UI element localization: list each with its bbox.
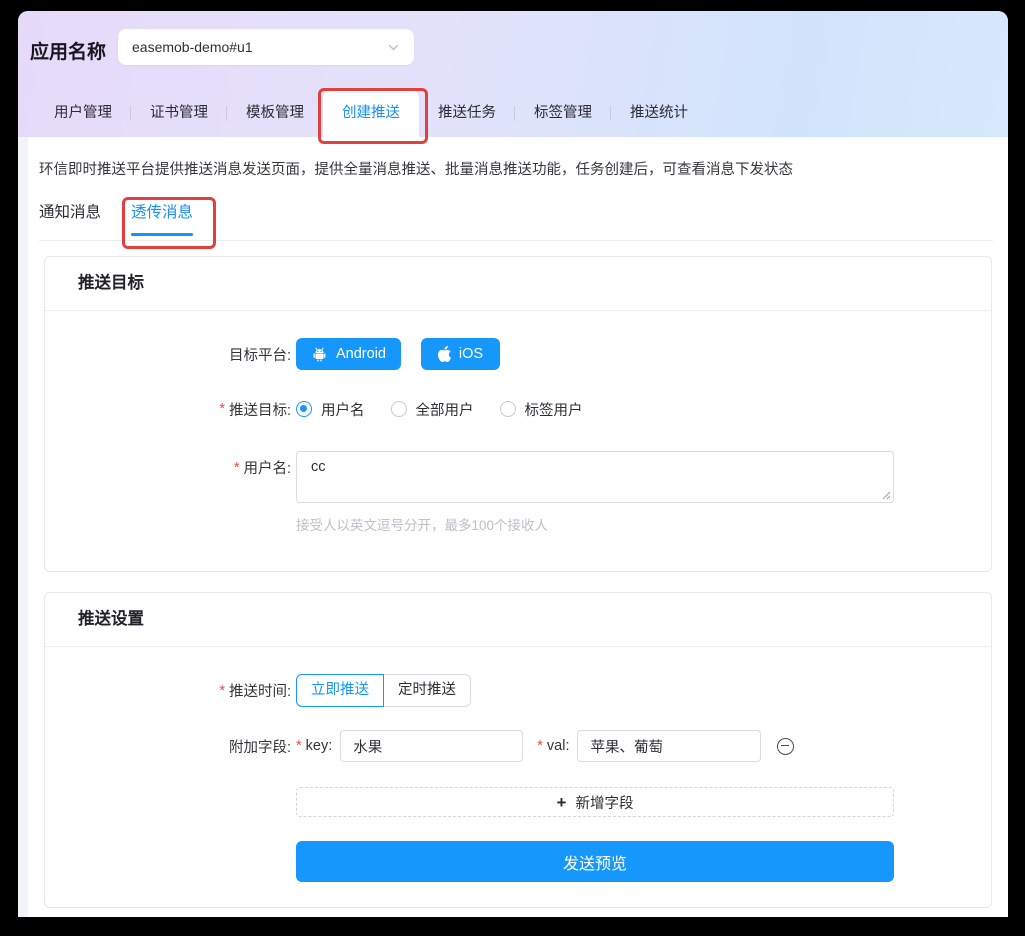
scheduled-push-button[interactable]: 定时推送	[384, 674, 471, 707]
radio-option-all-users[interactable]: 全部用户	[391, 399, 474, 420]
radio-option-tag-users[interactable]: 标签用户	[500, 399, 583, 420]
platform-label: 目标平台:	[229, 344, 291, 365]
left-gutter	[18, 137, 28, 917]
username-hint: 接受人以英文逗号分开，最多100个接收人	[296, 514, 548, 534]
main-tabbar: 用户管理 证书管理 模板管理 创建推送 推送任务 标签管理 推送统计	[35, 90, 707, 137]
textarea-resize-handle[interactable]	[882, 491, 891, 500]
push-target-title: 推送目标	[45, 257, 991, 311]
app-name-label: 应用名称	[30, 37, 106, 64]
extra-fields-row: 附加字段: * key: 水果 * val: 苹果、葡萄	[45, 730, 991, 762]
android-platform-button[interactable]: Android	[296, 338, 401, 370]
radio-username-label: 用户名	[321, 399, 365, 420]
subtab-passthrough-message[interactable]: 透传消息	[131, 203, 193, 236]
immediate-push-button[interactable]: 立即推送	[296, 674, 384, 707]
platform-row: 目标平台:	[45, 338, 991, 370]
target-radio-group: 用户名 全部用户 标签用户	[296, 399, 583, 420]
username-value: cc	[311, 459, 326, 475]
push-time-label-col: * 推送时间:	[45, 680, 291, 701]
app-page: 应用名称 easemob-demo#u1 用户管理 证书管理 模板管理 创建推送…	[18, 11, 1008, 917]
push-target-row: * 推送目标: 用户名 全部用户 标签用户	[45, 397, 991, 421]
username-row: * 用户名: cc	[45, 451, 991, 503]
extra-fields-label-col: 附加字段:	[45, 736, 291, 757]
app-select-dropdown[interactable]: easemob-demo#u1	[118, 29, 414, 65]
key-input[interactable]: 水果	[340, 730, 523, 762]
push-time-row: * 推送时间: 立即推送 定时推送	[45, 674, 991, 707]
push-settings-card: 推送设置 * 推送时间: 立即推送 定时推送 附加字段: * key: 水	[44, 592, 992, 908]
extra-fields-content: * key: 水果 * val: 苹果、葡萄	[296, 730, 794, 762]
tab-push-tasks[interactable]: 推送任务	[419, 90, 515, 137]
key-label: key:	[306, 738, 333, 754]
required-marker: *	[296, 738, 302, 754]
tab-template-management[interactable]: 模板管理	[227, 90, 323, 137]
push-time-segmented-control: 立即推送 定时推送	[296, 674, 471, 707]
active-subtab-underline	[131, 233, 193, 236]
app-select-value: easemob-demo#u1	[132, 39, 387, 55]
ios-button-label: iOS	[459, 346, 483, 362]
send-preview-button[interactable]: 发送预览	[296, 841, 894, 882]
tab-push-statistics[interactable]: 推送统计	[611, 90, 707, 137]
required-marker: *	[234, 460, 240, 476]
username-textarea[interactable]: cc	[296, 451, 894, 503]
val-input[interactable]: 苹果、葡萄	[577, 730, 761, 762]
required-marker: *	[219, 683, 225, 699]
tab-tag-management[interactable]: 标签管理	[515, 90, 611, 137]
subtab-notification-message[interactable]: 通知消息	[39, 203, 101, 236]
remove-field-icon[interactable]	[777, 738, 794, 755]
push-settings-title: 推送设置	[45, 593, 991, 647]
android-icon	[311, 346, 328, 363]
subtab-passthrough-label: 透传消息	[131, 204, 193, 221]
radio-unchecked-icon[interactable]	[500, 401, 516, 417]
radio-option-username[interactable]: 用户名	[296, 399, 365, 420]
platform-buttons: Android iOS	[296, 338, 500, 370]
subtab-notification-label: 通知消息	[39, 204, 101, 221]
plus-icon: +	[557, 794, 567, 811]
username-label: 用户名:	[243, 457, 291, 478]
val-value: 苹果、葡萄	[590, 736, 663, 757]
push-time-label: 推送时间:	[229, 680, 291, 701]
tab-create-push[interactable]: 创建推送	[323, 90, 419, 137]
val-label-group: * val:	[537, 738, 569, 754]
required-marker: *	[537, 738, 543, 754]
submit-row: 发送预览	[45, 841, 991, 882]
platform-label-col: 目标平台:	[45, 344, 291, 365]
add-field-label: 新增字段	[575, 792, 633, 813]
add-field-row: + 新增字段	[45, 787, 991, 817]
message-type-subtabs: 通知消息 透传消息	[39, 203, 193, 236]
push-target-label: 推送目标:	[229, 399, 291, 420]
radio-unchecked-icon[interactable]	[391, 401, 407, 417]
android-button-label: Android	[336, 346, 386, 362]
required-marker: *	[219, 401, 225, 417]
username-label-col: * 用户名:	[45, 457, 291, 478]
tab-cert-management[interactable]: 证书管理	[131, 90, 227, 137]
val-label: val:	[547, 738, 570, 754]
intro-text: 环信即时推送平台提供推送消息发送页面，提供全量消息推送、批量消息推送功能，任务创…	[39, 158, 793, 179]
chevron-down-icon	[387, 41, 400, 54]
push-target-label-col: * 推送目标:	[45, 399, 291, 420]
tab-user-management[interactable]: 用户管理	[35, 90, 131, 137]
key-label-group: * key:	[296, 738, 332, 754]
push-target-card: 推送目标 目标平台:	[44, 256, 992, 572]
add-field-button[interactable]: + 新增字段	[296, 787, 894, 817]
radio-checked-icon[interactable]	[296, 401, 312, 417]
ios-platform-button[interactable]: iOS	[421, 338, 500, 370]
radio-all-users-label: 全部用户	[416, 399, 474, 420]
subtab-divider-line	[39, 240, 993, 241]
extra-fields-label: 附加字段:	[229, 736, 291, 757]
key-value: 水果	[353, 736, 382, 757]
apple-icon	[438, 346, 451, 362]
radio-tag-users-label: 标签用户	[525, 399, 583, 420]
